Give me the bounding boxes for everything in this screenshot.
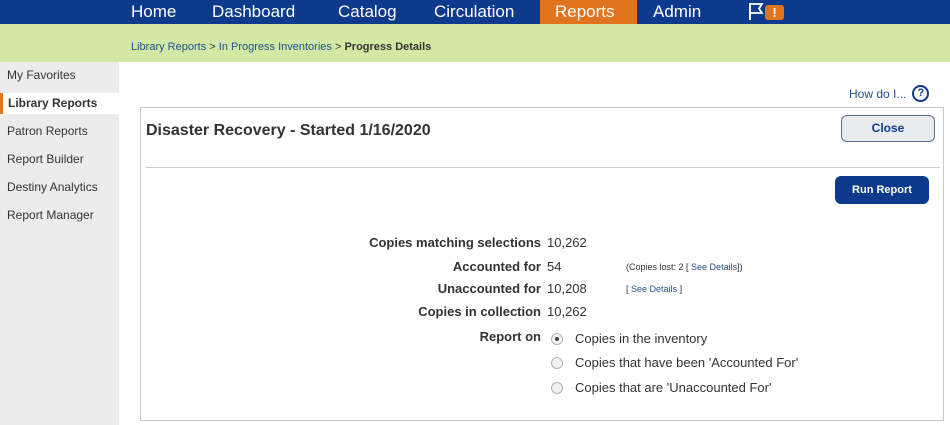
top-nav: Home Dashboard Catalog Circulation Repor… — [0, 0, 950, 24]
nav-dashboard[interactable]: Dashboard — [212, 0, 295, 24]
radio-accounted-label: Copies that have been 'Accounted For' — [575, 355, 799, 370]
copies-lost-note: (Copies lost: 2 [ See Details]) — [626, 262, 743, 272]
breadcrumb-separator: > — [209, 41, 216, 53]
report-option-accounted[interactable]: Copies that have been 'Accounted For' — [551, 355, 798, 370]
help-label: How do I... — [849, 86, 907, 101]
alerts-button[interactable]: ! — [746, 0, 796, 24]
sidebar: My Favorites Library Reports Patron Repo… — [0, 62, 119, 425]
breadcrumb-library-reports[interactable]: Library Reports — [131, 41, 206, 53]
progress-details-panel: Disaster Recovery - Started 1/16/2020 Cl… — [140, 107, 944, 421]
breadcrumb-current: Progress Details — [344, 41, 432, 53]
sidebar-item-report-manager[interactable]: Report Manager — [0, 205, 119, 226]
radio-inventory-label: Copies in the inventory — [575, 331, 708, 346]
radio-unaccounted[interactable] — [551, 381, 563, 394]
divider — [146, 167, 940, 168]
title-text: Disaster Recovery - Started — [146, 122, 355, 139]
radio-accounted[interactable] — [551, 356, 563, 369]
sidebar-item-library-reports[interactable]: Library Reports — [0, 93, 119, 114]
accounted-for-value: 54 — [547, 259, 562, 274]
unaccounted-for-label: Unaccounted for — [437, 281, 541, 296]
close-button[interactable]: Close — [841, 115, 935, 142]
title-date: 1/16/2020 — [359, 122, 431, 139]
copies-matching-label: Copies matching selections — [369, 235, 541, 250]
nav-circulation[interactable]: Circulation — [434, 0, 514, 24]
copies-matching-value: 10,262 — [547, 235, 587, 250]
nav-catalog[interactable]: Catalog — [338, 0, 397, 24]
run-report-button[interactable]: Run Report — [835, 176, 929, 204]
sidebar-item-my-favorites[interactable]: My Favorites — [0, 65, 119, 86]
sidebar-item-destiny-analytics[interactable]: Destiny Analytics — [0, 177, 119, 198]
breadcrumb: Library Reports > In Progress Inventorie… — [131, 41, 431, 53]
help-link[interactable]: How do I... ? — [849, 85, 930, 102]
radio-unaccounted-label: Copies that are 'Unaccounted For' — [575, 380, 772, 395]
sidebar-item-patron-reports[interactable]: Patron Reports — [0, 121, 119, 142]
accounted-see-details-link[interactable]: See Details — [691, 262, 737, 272]
help-icon: ? — [912, 85, 930, 102]
accounted-for-label: Accounted for — [452, 259, 541, 274]
sidebar-item-report-builder[interactable]: Report Builder — [0, 149, 119, 170]
radio-inventory[interactable] — [551, 332, 563, 345]
nav-home[interactable]: Home — [131, 0, 176, 24]
nav-reports[interactable]: Reports — [540, 0, 637, 24]
unaccounted-see-details-link[interactable]: See Details — [631, 284, 677, 294]
copies-in-collection-label: Copies in collection — [418, 304, 541, 319]
breadcrumb-in-progress-inventories[interactable]: In Progress Inventories — [219, 41, 332, 53]
unaccounted-for-value: 10,208 — [547, 281, 587, 296]
report-on-label: Report on — [479, 329, 541, 344]
breadcrumb-bar: Library Reports > In Progress Inventorie… — [0, 24, 950, 62]
nav-admin[interactable]: Admin — [653, 0, 701, 24]
flag-icon — [749, 3, 764, 20]
alert-badge: ! — [765, 5, 784, 20]
copies-in-collection-value: 10,262 — [547, 304, 587, 319]
report-option-unaccounted[interactable]: Copies that are 'Unaccounted For' — [551, 380, 771, 395]
page-title: Disaster Recovery - Started 1/16/2020 — [146, 122, 431, 140]
unaccounted-note: [ See Details ] — [626, 284, 683, 294]
report-option-inventory[interactable]: Copies in the inventory — [551, 331, 707, 346]
